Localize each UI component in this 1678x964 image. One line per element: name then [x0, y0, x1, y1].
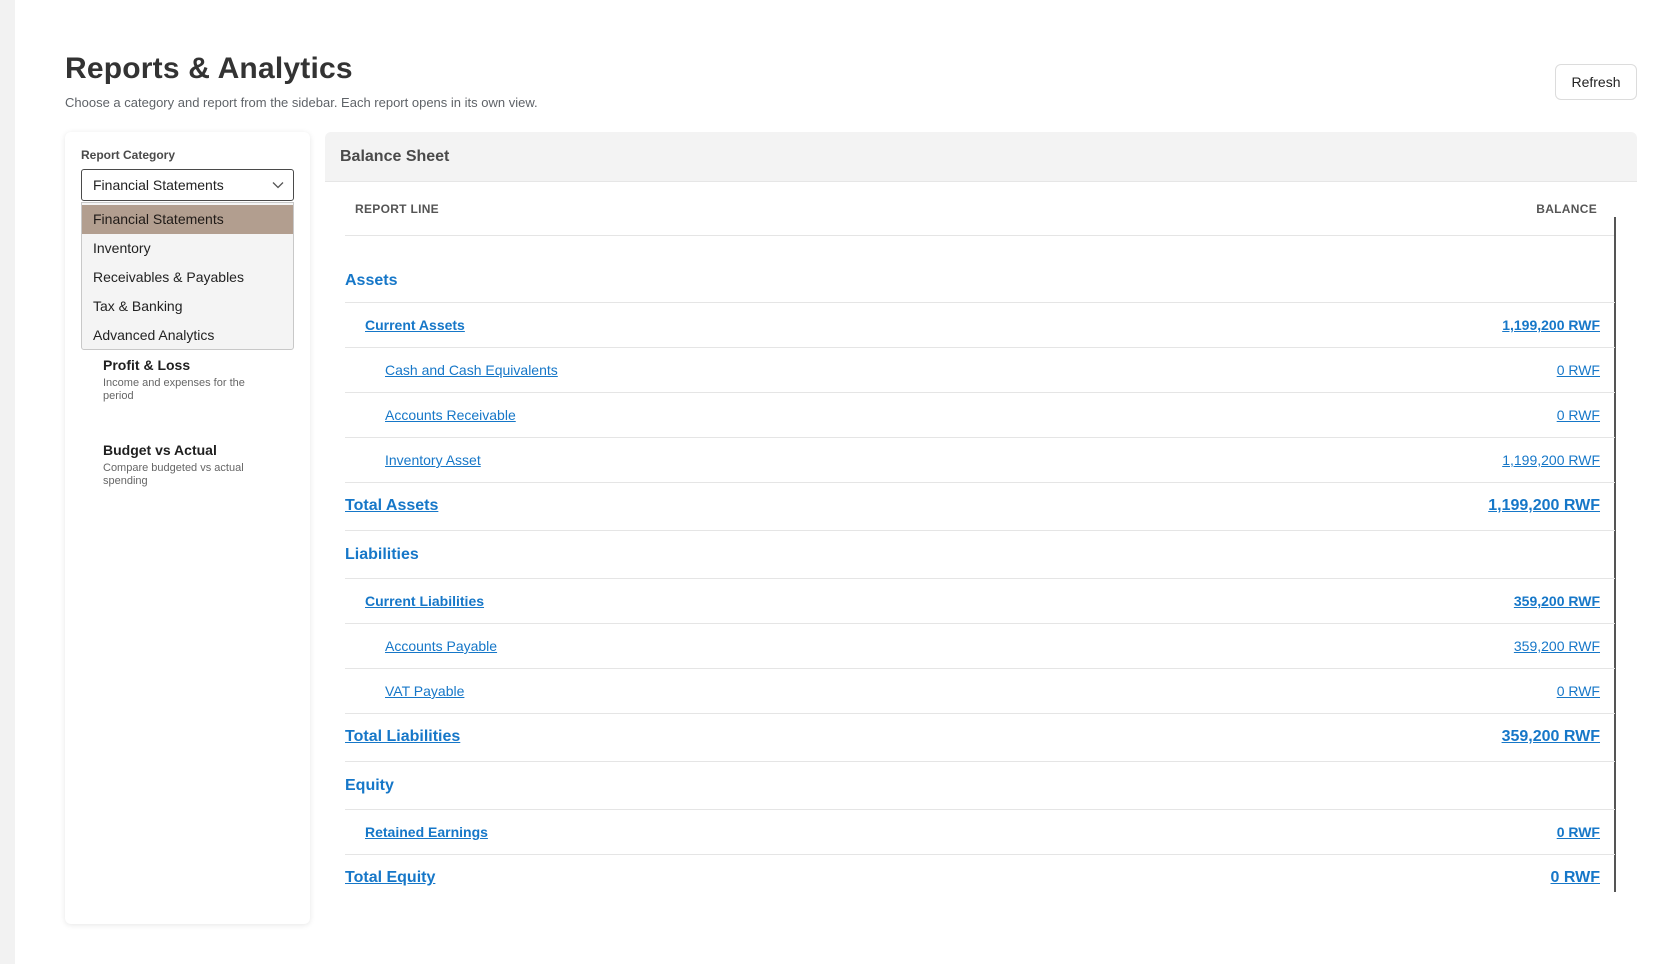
report-item-title: Profit & Loss	[103, 357, 191, 373]
table-row: Inventory Asset 1,199,200 RWF	[345, 438, 1615, 483]
total-label-link[interactable]: Total Equity	[345, 869, 435, 887]
table-row: Current Liabilities 359,200 RWF	[345, 579, 1615, 624]
section-label: Equity	[345, 777, 394, 794]
report-panel: Balance Sheet REPORT LINE BALANCE Assets…	[325, 132, 1637, 924]
balance-link[interactable]: 0 RWF	[1557, 362, 1600, 378]
total-balance-link[interactable]: 359,200 RWF	[1502, 728, 1600, 746]
table-row: VAT Payable 0 RWF	[345, 669, 1615, 714]
balance-link[interactable]: 1,199,200 RWF	[1502, 317, 1600, 333]
report-item-budget-vs-actual[interactable]: Budget vs Actual Compare budgeted vs act…	[103, 442, 273, 488]
total-label-link[interactable]: Total Assets	[345, 497, 438, 515]
balance-link[interactable]: 0 RWF	[1557, 824, 1600, 840]
report-line-link[interactable]: VAT Payable	[385, 683, 464, 699]
refresh-button[interactable]: Refresh	[1555, 64, 1637, 100]
balance-link[interactable]: 359,200 RWF	[1514, 593, 1600, 609]
balance-link[interactable]: 0 RWF	[1557, 407, 1600, 423]
category-option-receivables-payables[interactable]: Receivables & Payables	[82, 263, 293, 292]
report-title: Balance Sheet	[325, 132, 1637, 182]
report-category-dropdown: Financial Statements Inventory Receivabl…	[81, 202, 294, 350]
left-gutter	[0, 0, 15, 964]
report-sidebar: Report Category Financial Statements Fin…	[65, 132, 310, 924]
section-label: Liabilities	[345, 546, 419, 563]
total-row: Total Liabilities 359,200 RWF	[345, 714, 1615, 762]
report-category-value: Financial Statements	[93, 177, 224, 193]
section-label: Assets	[345, 272, 398, 289]
section-row-liabilities: Liabilities	[345, 531, 1615, 579]
category-option-financial-statements[interactable]: Financial Statements	[82, 205, 293, 234]
report-line-link[interactable]: Current Assets	[365, 317, 465, 333]
table-row: Cash and Cash Equivalents 0 RWF	[345, 348, 1615, 393]
balance-link[interactable]: 1,199,200 RWF	[1502, 452, 1600, 468]
report-category-select[interactable]: Financial Statements	[81, 169, 294, 201]
report-item-title: Budget vs Actual	[103, 442, 217, 458]
table-row: Accounts Receivable 0 RWF	[345, 393, 1615, 438]
table-row: Accounts Payable 359,200 RWF	[345, 624, 1615, 669]
report-line-link[interactable]: Current Liabilities	[365, 593, 484, 609]
total-balance-link[interactable]: 0 RWF	[1551, 869, 1600, 887]
report-category-label: Report Category	[81, 148, 176, 162]
report-line-link[interactable]: Cash and Cash Equivalents	[385, 362, 558, 378]
category-option-tax-banking[interactable]: Tax & Banking	[82, 292, 293, 321]
chevron-down-icon	[272, 182, 284, 189]
report-line-link[interactable]: Accounts Receivable	[385, 407, 516, 423]
report-line-link[interactable]: Accounts Payable	[385, 638, 497, 654]
total-balance-link[interactable]: 1,199,200 RWF	[1488, 497, 1600, 515]
total-row: Total Assets 1,199,200 RWF	[345, 483, 1615, 531]
column-header-balance: BALANCE	[1536, 202, 1597, 216]
report-item-description: Compare budgeted vs actual spending	[103, 462, 244, 487]
total-row: Total Equity 0 RWF	[345, 855, 1615, 903]
category-option-inventory[interactable]: Inventory	[82, 234, 293, 263]
section-row-assets: Assets	[345, 236, 1615, 303]
section-row-equity: Equity	[345, 762, 1615, 810]
table-row: Retained Earnings 0 RWF	[345, 810, 1615, 855]
table-row: Current Assets 1,199,200 RWF	[345, 303, 1615, 348]
report-item-description: Income and expenses for the period	[103, 377, 245, 402]
balance-link[interactable]: 0 RWF	[1557, 683, 1600, 699]
page-title: Reports & Analytics	[65, 52, 353, 85]
balance-link[interactable]: 359,200 RWF	[1514, 638, 1600, 654]
page-subtitle: Choose a category and report from the si…	[65, 95, 538, 110]
report-line-link[interactable]: Retained Earnings	[365, 824, 488, 840]
report-item-profit-loss[interactable]: Profit & Loss Income and expenses for th…	[103, 357, 273, 403]
column-header-report-line: REPORT LINE	[355, 202, 439, 216]
total-label-link[interactable]: Total Liabilities	[345, 728, 460, 746]
report-line-link[interactable]: Inventory Asset	[385, 452, 481, 468]
category-option-advanced-analytics[interactable]: Advanced Analytics	[82, 321, 293, 350]
